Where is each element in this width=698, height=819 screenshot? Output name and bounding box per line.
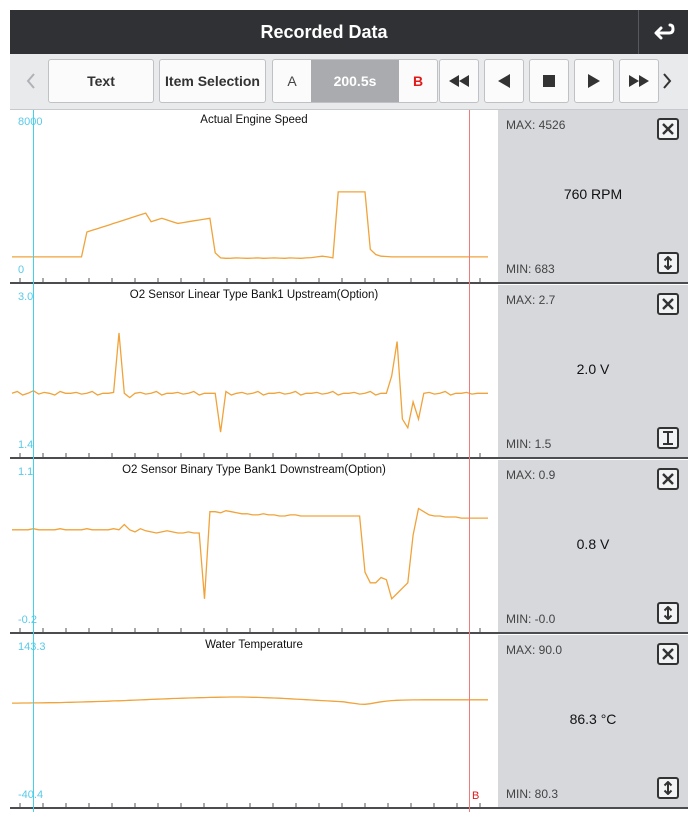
fit-vertical-icon xyxy=(663,431,673,445)
fast-rewind-button[interactable] xyxy=(439,59,479,103)
y-min-label: 1.4 xyxy=(18,439,34,451)
expand-vertical-icon xyxy=(663,256,673,270)
y-max-label: 143.3 xyxy=(18,641,46,653)
signal-trace xyxy=(12,507,488,601)
ab-range-selector: A 200.5s B xyxy=(272,59,438,103)
graph-panel-engine-speed: Actual Engine Speed 8000 0 MAX: 4526 760… xyxy=(10,110,688,284)
close-icon xyxy=(662,298,674,310)
item-selection-button[interactable]: Item Selection xyxy=(159,59,266,103)
value-side-panel: MAX: 90.0 86.3 °C MIN: 80.3 xyxy=(498,635,688,807)
plot-area[interactable]: Actual Engine Speed 8000 0 xyxy=(10,110,498,282)
max-value: MAX: 4526 xyxy=(506,118,566,132)
signal-trace xyxy=(11,332,488,433)
y-min-label: 0 xyxy=(18,264,25,276)
scale-button[interactable] xyxy=(657,427,679,449)
a-marker-button[interactable]: A xyxy=(273,60,311,102)
chevron-right-icon xyxy=(663,73,672,89)
plot-svg xyxy=(12,696,488,807)
play-button[interactable] xyxy=(574,59,614,103)
chevron-left-icon xyxy=(26,73,35,89)
y-max-label: 1.1 xyxy=(18,466,34,478)
scroll-left-button[interactable] xyxy=(18,59,44,103)
close-graph-button[interactable] xyxy=(657,293,679,315)
value-side-panel: MAX: 4526 760 RPM MIN: 683 xyxy=(498,110,688,282)
y-max-label: 3.0 xyxy=(18,291,34,303)
time-display: 200.5s xyxy=(311,60,399,102)
graph-panel-water-temperature: Water Temperature 143.3 -40.4 MAX: 90.0 … xyxy=(10,635,688,809)
expand-vertical-icon xyxy=(663,781,673,795)
back-button[interactable] xyxy=(638,10,688,54)
min-value: MIN: 1.5 xyxy=(506,437,552,451)
plot-svg xyxy=(12,507,488,632)
stop-icon xyxy=(543,75,555,87)
scale-button[interactable] xyxy=(657,602,679,624)
fast-rewind-icon xyxy=(449,75,469,87)
close-graph-button[interactable] xyxy=(657,118,679,140)
play-icon xyxy=(588,74,600,88)
graph-panel-o2-upstream: O2 Sensor Linear Type Bank1 Upstream(Opt… xyxy=(10,285,688,459)
fast-forward-icon xyxy=(629,75,649,87)
max-value: MAX: 0.9 xyxy=(506,468,556,482)
cursor-a-line[interactable] xyxy=(33,110,34,812)
current-value: 0.8 V xyxy=(576,536,610,552)
plot-area[interactable]: O2 Sensor Linear Type Bank1 Upstream(Opt… xyxy=(10,285,498,457)
min-value: MIN: 683 xyxy=(506,262,555,276)
plot-svg xyxy=(12,191,488,282)
cursor-b-line[interactable] xyxy=(469,110,470,812)
plot-area[interactable]: Water Temperature 143.3 -40.4 xyxy=(10,635,498,807)
close-graph-button[interactable] xyxy=(657,643,679,665)
panel-title: Water Temperature xyxy=(205,639,303,651)
min-value: MIN: -0.0 xyxy=(506,612,556,626)
close-graph-button[interactable] xyxy=(657,468,679,490)
panel-title: O2 Sensor Binary Type Bank1 Downstream(O… xyxy=(122,464,386,476)
max-value: MAX: 2.7 xyxy=(506,293,556,307)
min-value: MIN: 80.3 xyxy=(506,787,559,801)
close-icon xyxy=(662,473,674,485)
signal-trace xyxy=(12,696,488,705)
return-arrow-icon xyxy=(654,23,675,40)
close-icon xyxy=(662,123,674,135)
scale-button[interactable] xyxy=(657,252,679,274)
step-back-button[interactable] xyxy=(484,59,524,103)
value-side-panel: MAX: 0.9 0.8 V MIN: -0.0 xyxy=(498,460,688,632)
b-marker-button[interactable]: B xyxy=(399,60,437,102)
y-min-label: -40.4 xyxy=(18,789,44,801)
plot-area[interactable]: O2 Sensor Binary Type Bank1 Downstream(O… xyxy=(10,460,498,632)
fast-forward-button[interactable] xyxy=(619,59,659,103)
close-icon xyxy=(662,648,674,660)
current-value: 760 RPM xyxy=(563,186,623,202)
graph-panel-o2-downstream: O2 Sensor Binary Type Bank1 Downstream(O… xyxy=(10,460,688,634)
page-title: Recorded Data xyxy=(260,22,388,42)
text-button[interactable]: Text xyxy=(48,59,154,103)
title-bar: Recorded Data xyxy=(10,10,688,54)
current-value: 86.3 °C xyxy=(569,711,617,727)
scroll-right-button[interactable] xyxy=(654,59,680,103)
panel-title: Actual Engine Speed xyxy=(200,114,308,126)
value-side-panel: MAX: 2.7 2.0 V MIN: 1.5 xyxy=(498,285,688,457)
panel-title: O2 Sensor Linear Type Bank1 Upstream(Opt… xyxy=(129,289,379,301)
plot-svg xyxy=(11,332,488,457)
current-value: 2.0 V xyxy=(576,361,610,377)
step-back-icon xyxy=(498,74,510,88)
cursor-b-label: B xyxy=(472,790,480,802)
scale-button[interactable] xyxy=(657,777,679,799)
playback-toolbar: Text Item Selection A 200.5s B xyxy=(10,54,688,110)
expand-vertical-icon xyxy=(663,606,673,620)
stop-button[interactable] xyxy=(529,59,569,103)
max-value: MAX: 90.0 xyxy=(506,643,563,657)
y-max-label: 8000 xyxy=(18,116,43,128)
signal-trace xyxy=(12,191,488,259)
y-min-label: -0.2 xyxy=(18,614,37,626)
